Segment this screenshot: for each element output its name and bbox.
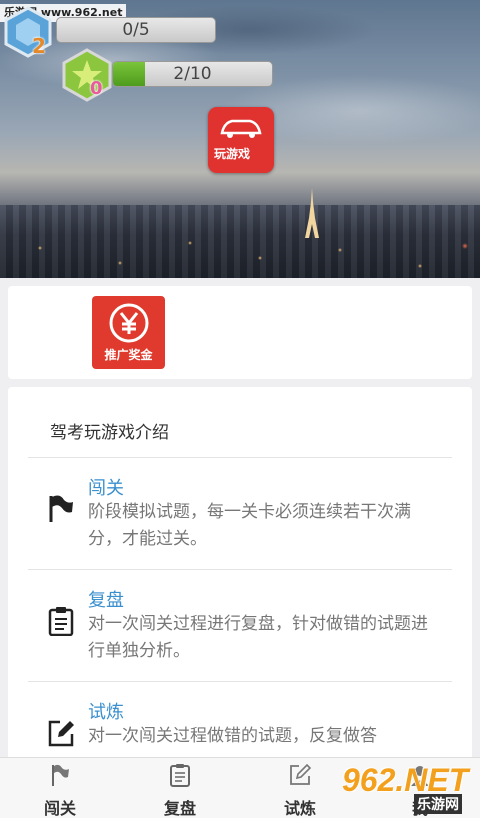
app-logo-label: 玩游戏 — [214, 147, 251, 161]
tab-label: 复盘 — [163, 799, 196, 818]
feature-desc-challenge: 阶段模拟试题，每一关卡必须连续若干次满分，才能过关。 — [88, 502, 411, 549]
feature-title-review[interactable]: 复盘 — [88, 586, 124, 612]
intro-title: 驾考玩游戏介绍 — [50, 423, 169, 443]
star-badge-icon — [62, 48, 112, 102]
level-progress-bar: 0/5 — [56, 17, 216, 43]
promo-bonus-button[interactable]: 推广奖金 — [92, 296, 165, 369]
tab-review[interactable]: 复盘 — [120, 757, 240, 818]
feature-title-practice[interactable]: 试炼 — [88, 698, 124, 724]
divider — [28, 457, 452, 458]
clipboard-icon — [170, 764, 190, 787]
clipboard-icon — [48, 607, 74, 636]
flag-icon — [49, 495, 73, 522]
intro-card — [8, 387, 472, 767]
tab-challenge[interactable]: 闯关 — [0, 757, 120, 818]
star-number: 0 — [90, 78, 103, 99]
watermark-bottom: 962.NET 乐游网 — [342, 762, 476, 814]
watermark-bottom-site: 乐游网 — [414, 794, 462, 814]
app-logo[interactable]: 玩游戏 — [208, 107, 274, 173]
flag-icon — [52, 764, 69, 786]
level-progress-text: 0/5 — [122, 20, 150, 40]
star-progress-bar: 2/10 — [112, 61, 273, 87]
promo-card — [8, 286, 472, 379]
edit-icon — [48, 720, 74, 747]
feature-desc-practice: 对一次闯关过程做错的试题，反复做答 — [88, 726, 377, 746]
star-progress-text: 2/10 — [173, 64, 212, 84]
level-number: 2 — [32, 34, 46, 58]
city-lights — [0, 228, 480, 278]
feature-title-challenge[interactable]: 闯关 — [88, 474, 124, 500]
car-icon — [220, 119, 262, 138]
divider — [28, 569, 452, 570]
edit-icon — [290, 763, 312, 785]
yen-coin-icon — [109, 303, 149, 343]
divider — [28, 681, 452, 682]
feature-desc-review: 对一次闯关过程进行复盘，针对做错的试题进行单独分析。 — [88, 614, 428, 661]
tab-label: 闯关 — [43, 799, 76, 818]
promo-bonus-label: 推广奖金 — [104, 348, 153, 362]
